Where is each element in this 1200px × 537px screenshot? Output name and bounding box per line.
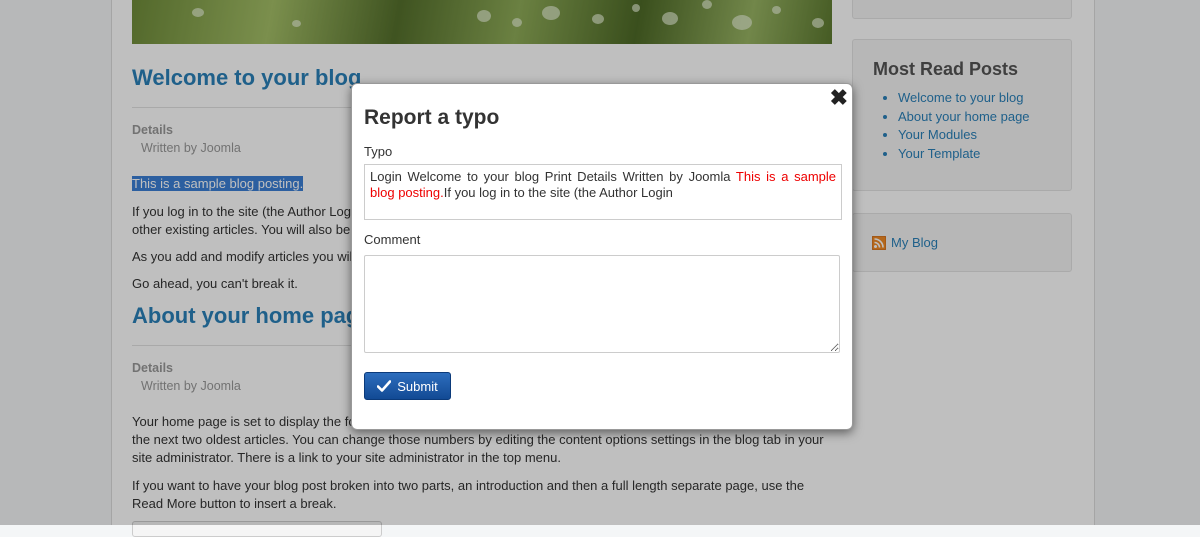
submit-button[interactable]: Submit — [364, 372, 451, 400]
report-typo-dialog: ✖ Report a typo Typo Login Welcome to yo… — [351, 83, 853, 430]
comment-label: Comment — [364, 232, 421, 247]
dialog-title: Report a typo — [364, 106, 500, 129]
submit-label: Submit — [397, 378, 438, 394]
typo-context-box: Login Welcome to your blog Print Details… — [364, 164, 842, 220]
typo-label: Typo — [364, 144, 393, 159]
close-icon[interactable]: ✖ — [830, 86, 848, 110]
comment-field[interactable] — [364, 255, 840, 353]
check-icon — [377, 380, 392, 392]
